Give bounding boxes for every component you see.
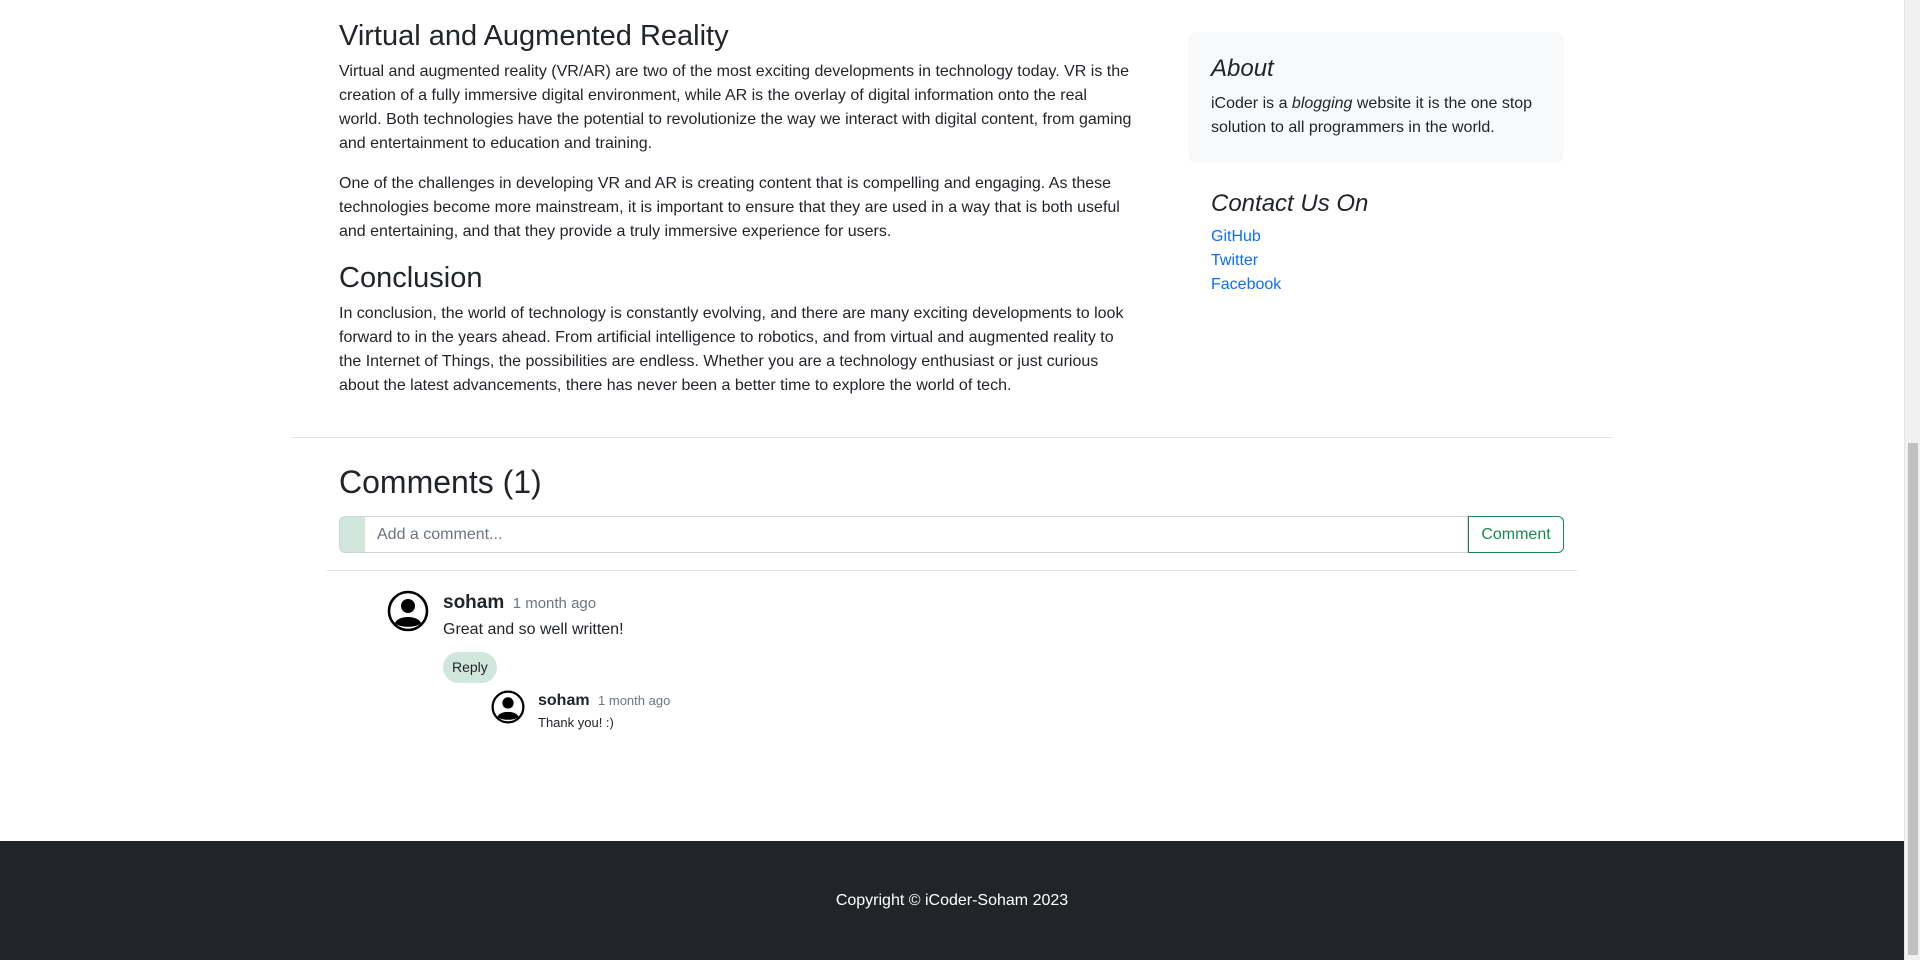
comment-header: soham 1 month ago [443, 590, 1243, 616]
reply-text: Thank you! :) [538, 715, 614, 730]
vr-paragraph-2: One of the challenges in developing VR a… [339, 175, 1120, 240]
reply-header: soham 1 month ago [538, 690, 1338, 712]
twitter-link[interactable]: Twitter [1211, 252, 1258, 269]
section-divider [292, 437, 1612, 438]
article-content: Virtual and Augmented Reality Virtual an… [339, 18, 1134, 398]
reply-body: soham 1 month ago Thank you! :) [538, 690, 1338, 733]
user-circle-icon [491, 690, 525, 724]
facebook-link[interactable]: Facebook [1211, 276, 1281, 293]
sidebar: About iCoder is a blogging website it is… [1188, 32, 1564, 297]
reply-button[interactable]: Reply [443, 652, 497, 683]
comments-heading: Comments (1) [339, 464, 542, 500]
contact-item-twitter: Twitter [1211, 249, 1541, 273]
about-text-em: blogging [1291, 95, 1353, 112]
comment-input[interactable] [365, 516, 1468, 553]
comments-section: Comments (1) Comment [339, 460, 1564, 553]
comment-user: soham [443, 592, 505, 613]
contact-title: Contact Us On [1211, 190, 1369, 217]
comment-body: soham 1 month ago Great and so well writ… [443, 590, 1243, 683]
contact-item-github: GitHub [1211, 225, 1541, 249]
about-box: About iCoder is a blogging website it is… [1188, 32, 1564, 163]
contact-section: Contact Us On GitHub Twitter Facebook [1188, 163, 1564, 297]
page: Virtual and Augmented Reality Virtual an… [0, 0, 1904, 960]
about-text-before: iCoder is a [1211, 95, 1292, 112]
about-text: iCoder is a blogging website it is the o… [1211, 92, 1540, 140]
conclusion-heading: Conclusion [339, 262, 483, 294]
comment-text: Great and so well written! [443, 621, 624, 638]
comment-time: 1 month ago [512, 595, 597, 612]
comment-input-prefix [339, 516, 365, 553]
contact-item-facebook: Facebook [1211, 273, 1541, 297]
footer-copyright: Copyright © iCoder-Soham 2023 [835, 891, 1069, 909]
github-link[interactable]: GitHub [1211, 228, 1261, 245]
user-circle-icon [387, 590, 429, 632]
about-title: About [1211, 55, 1274, 82]
comments-divider [327, 570, 1577, 571]
comment-submit-button[interactable]: Comment [1468, 516, 1564, 553]
footer: Copyright © iCoder-Soham 2023 [0, 841, 1904, 960]
reply-user: soham [538, 692, 590, 709]
conclusion-paragraph: In conclusion, the world of technology i… [339, 305, 1124, 394]
comment-form: Comment [339, 516, 1564, 553]
page-scrollbar[interactable] [1904, 0, 1920, 960]
scrollbar-thumb[interactable] [1908, 443, 1918, 955]
reply-time: 1 month ago [598, 693, 671, 708]
vr-paragraph-1: Virtual and augmented reality (VR/AR) ar… [339, 63, 1132, 152]
contact-links: GitHub Twitter Facebook [1211, 225, 1541, 297]
vr-heading: Virtual and Augmented Reality [339, 20, 729, 52]
